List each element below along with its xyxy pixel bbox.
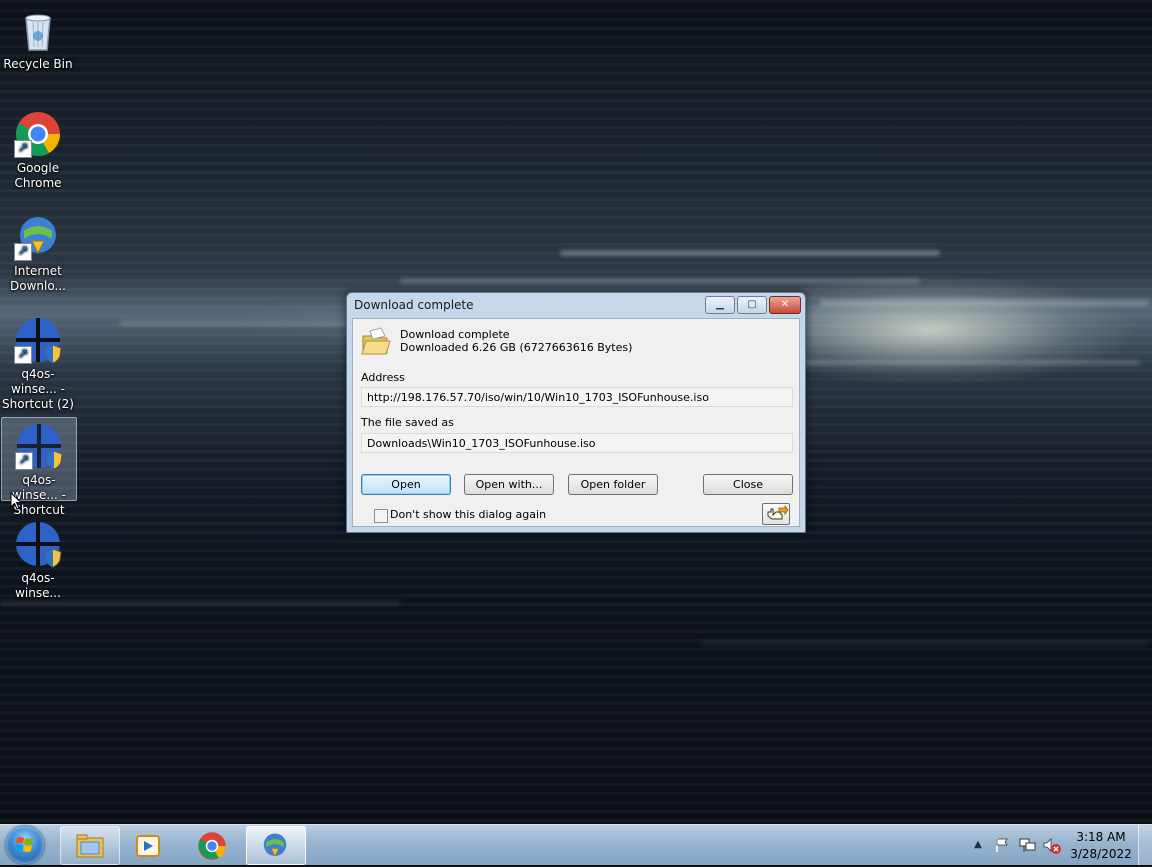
taskbar-clock[interactable]: 3:18 AM 3/28/2022 (1068, 829, 1134, 863)
taskbar-media-player[interactable] (121, 826, 175, 865)
open-button[interactable]: Open (361, 474, 451, 495)
open-with-button[interactable]: Open with... (464, 474, 554, 495)
address-field[interactable]: http://198.176.57.70/iso/win/10/Win10_17… (361, 387, 793, 407)
desktop-icon-internet-download-manager[interactable]: ↗ Internet Downlo... (1, 209, 75, 294)
uac-shield-icon (45, 450, 63, 470)
q4os-icon: ↗ (15, 422, 63, 470)
media-player-icon (136, 835, 160, 857)
dont-show-checkbox[interactable] (374, 509, 388, 523)
settings-hand-button[interactable] (762, 503, 790, 525)
recycle-bin-icon (14, 6, 62, 54)
taskbar-file-explorer[interactable] (60, 826, 120, 865)
mouse-cursor-icon (10, 492, 22, 510)
desktop-icon-q4os[interactable]: q4os-winse... (1, 516, 75, 601)
uac-shield-icon (44, 548, 62, 568)
dialog-titlebar[interactable]: Download complete ▁ ▢ ✕ (347, 293, 805, 317)
q4os-icon (14, 520, 62, 568)
shortcut-arrow-icon: ↗ (14, 243, 32, 261)
idm-icon (263, 833, 287, 857)
chrome-icon: ↗ (14, 110, 62, 158)
desktop-icon-label: q4os-winse... (15, 571, 61, 600)
saved-as-field[interactable]: Downloads\Win10_1703_ISOFunhouse.iso (361, 433, 793, 453)
hand-pointer-icon (767, 504, 789, 520)
idm-icon: ↗ (14, 213, 62, 261)
volume-muted-icon[interactable] (1042, 837, 1062, 855)
desktop-icon-q4os-shortcut-2[interactable]: ↗ q4os-winse... - Shortcut (2) (1, 312, 75, 412)
address-label: Address (361, 371, 405, 384)
desktop-icon-label: Internet Downlo... (10, 264, 66, 293)
q4os-icon: ↗ (14, 316, 62, 364)
desktop-icon-label: Google Chrome (14, 161, 62, 190)
show-hidden-icons-arrow[interactable]: ▲ (972, 839, 984, 851)
folder-open-icon (361, 327, 391, 355)
desktop-icon-q4os-shortcut[interactable]: ↗ q4os-winse... - Shortcut (1, 417, 77, 517)
desktop-icon-label: Recycle Bin (3, 57, 73, 71)
minimize-button[interactable]: ▁ (705, 296, 735, 314)
uac-shield-icon (44, 344, 62, 364)
desktop-icon-label: q4os-winse... - Shortcut (2) (2, 367, 74, 411)
shortcut-arrow-icon: ↗ (15, 452, 33, 470)
show-desktop-button[interactable] (1138, 825, 1152, 865)
action-center-flag-icon[interactable] (994, 837, 1010, 853)
dont-show-label[interactable]: Don't show this dialog again (390, 508, 546, 521)
chrome-icon (198, 832, 226, 860)
download-message: Download complete Downloaded 6.26 GB (67… (400, 328, 632, 354)
saved-as-label: The file saved as (361, 416, 454, 429)
dialog-title: Download complete (354, 298, 474, 312)
clock-date: 3/28/2022 (1070, 847, 1132, 861)
start-button[interactable] (6, 826, 44, 864)
shortcut-arrow-icon: ↗ (14, 140, 32, 158)
taskbar: ▲ 3:18 AM 3/28/2022 (0, 824, 1152, 865)
dialog-body: Download complete Downloaded 6.26 GB (67… (352, 318, 800, 527)
taskbar-idm[interactable] (246, 826, 306, 865)
download-complete-dialog: Download complete ▁ ▢ ✕ Download complet… (346, 292, 806, 533)
open-folder-button[interactable]: Open folder (568, 474, 658, 495)
windows-logo-icon (15, 837, 33, 852)
shortcut-arrow-icon: ↗ (14, 346, 32, 364)
network-icon[interactable] (1018, 837, 1036, 853)
maximize-button[interactable]: ▢ (737, 296, 767, 314)
message-title: Download complete (400, 328, 510, 341)
desktop-icon-google-chrome[interactable]: ↗ Google Chrome (1, 106, 75, 191)
clock-time: 3:18 AM (1076, 830, 1126, 844)
close-window-button[interactable]: ✕ (769, 296, 801, 314)
desktop-icon-recycle-bin[interactable]: Recycle Bin (1, 2, 75, 72)
taskbar-chrome[interactable] (183, 826, 241, 865)
close-button[interactable]: Close (703, 474, 793, 495)
message-size: Downloaded 6.26 GB (6727663616 Bytes) (400, 341, 633, 354)
file-explorer-icon (76, 834, 104, 858)
